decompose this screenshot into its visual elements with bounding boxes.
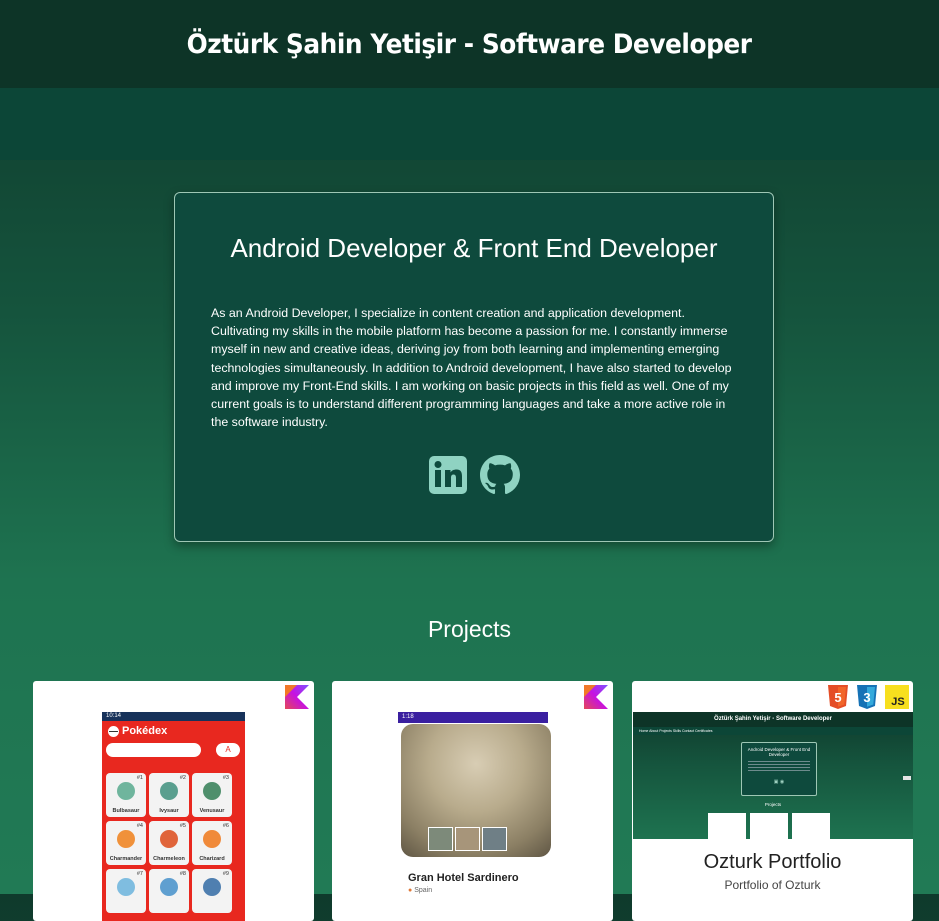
pokemon-name: Charizard <box>199 856 225 862</box>
pokemon-number: #1 <box>136 775 143 781</box>
location-pin-icon: ● <box>408 887 413 894</box>
pokemon-number: #9 <box>222 871 229 877</box>
pokemon-card: #7 <box>106 869 146 913</box>
js-label: JS <box>891 696 904 708</box>
project-title: Ozturk Portfolio <box>703 851 842 873</box>
pokemon-number: #2 <box>179 775 186 781</box>
about-description: As an Android Developer, I specialize in… <box>211 306 732 430</box>
preview-about-card: Android Developer & Front End Developer … <box>741 742 817 796</box>
pokemon-sprite <box>117 782 135 800</box>
hotel-screenshot: 1:18 Gran Hotel Sardinero ● Spain <box>398 712 551 921</box>
preview-card-text <box>748 761 810 773</box>
github-icon <box>480 455 520 495</box>
pokedex-screenshot: 10:14 Pokédex A #1 Bulbasaur #2 Ivysaur #3 Ve… <box>102 712 245 921</box>
pokemon-sprite <box>117 830 135 848</box>
hotel-image <box>401 724 551 857</box>
html5-icon: 5 <box>828 685 848 709</box>
pokemon-number: #7 <box>136 871 143 877</box>
pokemon-name: Charmeleon <box>153 856 185 862</box>
pokedex-header: Pokédex <box>102 721 245 737</box>
pokedex-search-input <box>106 743 201 757</box>
project-card-portfolio[interactable]: 5 3 JS Öztürk Şahin Yetişir - Software D… <box>632 681 913 921</box>
pokemon-card: #5 Charmeleon <box>149 821 189 865</box>
pokemon-card: #2 Ivysaur <box>149 773 189 817</box>
project-card-pokedex[interactable]: 10:14 Pokédex A #1 Bulbasaur #2 Ivysaur #3 Ve… <box>33 681 314 921</box>
pokemon-grid: #1 Bulbasaur #2 Ivysaur #3 Venusaur #4 Charmand… <box>106 773 232 913</box>
about-card: Android Developer & Front End Developer … <box>174 192 774 542</box>
pokeball-icon <box>108 725 119 737</box>
pokemon-card: #6 Charizard <box>192 821 232 865</box>
pokemon-number: #4 <box>136 823 143 829</box>
pokemon-number: #6 <box>222 823 229 829</box>
hotel-location: ● Spain <box>408 887 432 894</box>
hotel-location-text: Spain <box>414 887 433 894</box>
html5-label: 5 <box>834 690 841 705</box>
pokemon-number: #3 <box>222 775 229 781</box>
hotel-name: Gran Hotel Sardinero <box>408 872 519 884</box>
pokemon-sprite <box>160 782 178 800</box>
project-card-hotel[interactable]: 1:18 Gran Hotel Sardinero ● Spain <box>332 681 613 921</box>
pokemon-card: #4 Charmander <box>106 821 146 865</box>
pokemon-card: #1 Bulbasaur <box>106 773 146 817</box>
github-link[interactable] <box>480 455 520 495</box>
linkedin-icon <box>429 456 467 494</box>
pokemon-sprite <box>203 782 221 800</box>
kotlin-icon <box>584 685 608 709</box>
preview-card-title: Android Developer & Front End Developer <box>747 747 811 757</box>
site-header: Öztürk Şahin Yetişir - Software Develope… <box>0 0 939 88</box>
pokemon-number: #8 <box>179 871 186 877</box>
js-icon: JS <box>885 685 909 709</box>
project-subtitle: Portfolio of Ozturk <box>724 878 821 892</box>
pokemon-card: #3 Venusaur <box>192 773 232 817</box>
pokemon-card: #8 <box>149 869 189 913</box>
status-bar: 1:18 <box>398 712 548 723</box>
pokemon-card: #9 <box>192 869 232 913</box>
pokedex-sort-button: A <box>216 743 240 757</box>
preview-header: Öztürk Şahin Yetişir - Software Develope… <box>633 712 913 727</box>
portfolio-screenshot: Öztürk Şahin Yetişir - Software Develope… <box>633 712 913 839</box>
preview-scroll-button <box>903 776 911 780</box>
pokemon-number: #5 <box>179 823 186 829</box>
hotel-thumbnails <box>428 827 507 851</box>
pokemon-sprite <box>203 830 221 848</box>
pokemon-sprite <box>160 878 178 896</box>
pokemon-name: Ivysaur <box>159 808 179 814</box>
pokemon-sprite <box>160 830 178 848</box>
kotlin-icon <box>285 685 309 709</box>
preview-project-tiles <box>708 813 830 839</box>
preview-nav: Home About Projects Skills Contact Certi… <box>633 727 913 735</box>
preview-projects-heading: Projects <box>764 802 782 807</box>
pokemon-sprite <box>117 878 135 896</box>
projects-heading: Projects <box>427 616 512 642</box>
pokemon-sprite <box>203 878 221 896</box>
pokemon-name: Bulbasaur <box>112 808 140 814</box>
pokedex-app-title: Pokédex <box>122 725 168 737</box>
linkedin-link[interactable] <box>428 455 468 495</box>
css3-icon: 3 <box>857 685 877 709</box>
about-title: Android Developer & Front End Developer <box>230 233 718 263</box>
preview-social-icons: ▣ ◉ <box>773 779 785 785</box>
site-title: Öztürk Şahin Yetişir - Software Develope… <box>186 28 753 60</box>
nav-bar <box>0 88 939 160</box>
pokemon-name: Venusaur <box>199 808 225 814</box>
css3-label: 3 <box>863 690 870 705</box>
pokemon-name: Charmander <box>109 856 143 862</box>
status-bar: 10:14 <box>102 712 245 721</box>
social-links <box>175 455 773 495</box>
